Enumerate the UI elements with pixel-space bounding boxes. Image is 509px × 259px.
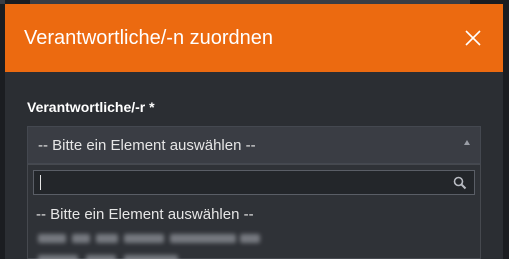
select-value: -- Bitte ein Element auswählen --: [38, 137, 256, 154]
close-button[interactable]: [461, 26, 485, 50]
redacted-text: [170, 234, 236, 243]
dropdown-search-input[interactable]: [33, 170, 475, 195]
redacted-text: [124, 234, 164, 243]
close-icon: [465, 30, 481, 46]
search-icon: [453, 176, 467, 190]
dropdown-option-redacted[interactable]: [28, 249, 480, 259]
assign-responsible-dialog: Verantwortliche/-n zuordnen Verantwortli…: [5, 4, 503, 259]
dialog-header: Verantwortliche/-n zuordnen: [5, 4, 503, 72]
select-dropdown: -- Bitte ein Element auswählen --: [27, 164, 481, 259]
caret-up-icon: [464, 140, 470, 145]
dialog-title: Verantwortliche/-n zuordnen: [24, 27, 274, 49]
dropdown-option-placeholder[interactable]: -- Bitte ein Element auswählen --: [28, 203, 480, 225]
redacted-text: [240, 234, 260, 243]
redacted-text: [38, 255, 78, 259]
dropdown-option-redacted[interactable]: [28, 227, 480, 249]
redacted-text: [38, 234, 66, 243]
redacted-text: [72, 234, 90, 243]
text-cursor: [40, 175, 41, 190]
responsible-select[interactable]: -- Bitte ein Element auswählen --: [27, 126, 481, 164]
option-label: -- Bitte ein Element auswählen --: [36, 206, 254, 223]
redacted-text: [96, 234, 118, 243]
redacted-text: [124, 255, 178, 259]
responsible-field-label: Verantwortliche/-r *: [27, 99, 155, 115]
redacted-text: [86, 255, 116, 259]
